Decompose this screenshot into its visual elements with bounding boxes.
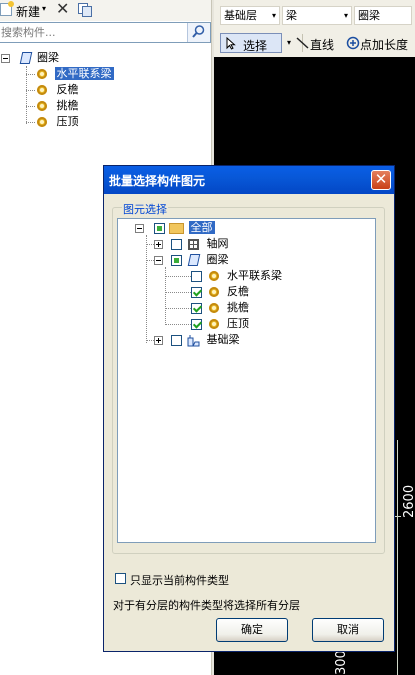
left-toolbar: 新建 ▾ ✕ (0, 0, 213, 21)
checkbox-axis-grid[interactable] (170, 238, 182, 250)
cancel-button[interactable]: 取消 (312, 618, 384, 642)
point-add-length-icon[interactable] (346, 36, 360, 50)
close-button[interactable]: ✕ (371, 170, 391, 190)
tree-item-overhang-eave[interactable]: 挑檐 (191, 300, 249, 316)
component-gear-icon (37, 117, 47, 127)
ok-button[interactable]: 确定 (216, 618, 288, 642)
tree-item-overhang-eave[interactable]: 挑檐 (37, 98, 79, 114)
floor-select[interactable]: 基础层 ▾ (220, 6, 280, 25)
expand-icon[interactable] (154, 335, 163, 345)
dialog-title: 批量选择构件图元 (109, 174, 206, 188)
tree-item-label: 圈梁 (37, 51, 59, 64)
component-gear-icon (37, 101, 47, 111)
batch-select-dialog: 批量选择构件图元 ✕ 图元选择 全部 轴网 圈梁 水平联系梁 反檐 挑檐 压顶 … (103, 165, 395, 652)
tree-item-label: 挑檐 (56, 99, 79, 112)
select-button[interactable]: 选择 (220, 33, 282, 53)
component-gear-icon (208, 319, 219, 329)
axis-grid-icon (188, 238, 199, 250)
tree-item-foundation-beam[interactable]: 基础梁 (154, 332, 240, 348)
tree-item-axis-grid[interactable]: 轴网 (154, 236, 229, 252)
pointer-cursor-icon (226, 37, 236, 50)
tree-item-reverse-eave[interactable]: 反檐 (37, 82, 79, 98)
checkbox-reverse-eave[interactable] (191, 286, 202, 298)
checkbox-overhang-eave[interactable] (191, 302, 202, 314)
component-gear-icon (37, 85, 47, 95)
tree-item-horizontal-tie-beam[interactable]: 水平联系梁 (191, 268, 282, 284)
only-current-type-checkbox[interactable] (115, 573, 126, 584)
tree-item-coping[interactable]: 压顶 (37, 114, 79, 130)
tree-item-horizontal-tie-beam[interactable]: 水平联系梁 (37, 66, 114, 82)
dropdown-arrow-icon: ▾ (271, 11, 276, 20)
select-label: 选择 (243, 39, 268, 53)
tree-item-label: 水平联系梁 (54, 67, 114, 80)
copy-icon[interactable] (78, 3, 92, 17)
point-add-length-button[interactable]: 点加长度 (360, 36, 408, 53)
search-button[interactable] (187, 23, 210, 42)
checkbox-foundation-beam[interactable] (170, 334, 182, 346)
tree-item-label: 反檐 (227, 285, 249, 298)
group-label: 图元选择 (122, 201, 168, 217)
dimension-label: 2600 (402, 484, 415, 518)
tree-item-ring-beam-group[interactable]: 圈梁 (154, 252, 229, 268)
checkbox-ring-beam[interactable] (170, 254, 182, 266)
tree-item-label: 挑檐 (227, 301, 249, 314)
component-gear-icon (208, 303, 219, 313)
type-select[interactable]: 梁 ▾ (282, 6, 352, 25)
ring-beam-icon (187, 254, 201, 266)
tree-item-label: 基础梁 (206, 333, 240, 346)
collapse-icon[interactable] (154, 255, 163, 265)
tree-item-label: 压顶 (227, 317, 249, 330)
member-select[interactable]: 圈梁 (354, 6, 412, 25)
dimension-line (397, 440, 398, 675)
new-button[interactable]: 新建 (16, 3, 40, 20)
checkbox-coping[interactable] (191, 318, 202, 330)
component-gear-icon (208, 287, 219, 297)
floor-select-value: 基础层 (224, 9, 257, 22)
tree-item-label: 轴网 (206, 237, 229, 250)
dropdown-arrow-icon: ▾ (343, 11, 348, 20)
collapse-icon[interactable] (135, 223, 144, 233)
component-gear-icon (37, 69, 47, 79)
new-file-icon[interactable] (0, 1, 14, 16)
tree-item-label: 全部 (188, 221, 215, 234)
tree-item-label: 圈梁 (206, 253, 229, 266)
checkbox-horizontal-tie-beam[interactable] (191, 270, 202, 282)
info-text: 对于有分层的构件类型将选择所有分层 (113, 599, 300, 612)
tree-item-label: 反檐 (56, 83, 79, 96)
checkbox-all[interactable] (153, 222, 165, 234)
component-gear-icon (208, 271, 219, 281)
search-box (0, 22, 211, 43)
new-dropdown-arrow-icon[interactable]: ▾ (42, 4, 46, 13)
member-select-value: 圈梁 (358, 9, 380, 22)
dialog-titlebar[interactable]: 批量选择构件图元 ✕ (104, 166, 394, 194)
only-current-type-label[interactable]: 只显示当前构件类型 (130, 572, 229, 588)
foundation-beam-icon (187, 334, 200, 346)
right-toolbar: 基础层 ▾ 梁 ▾ 圈梁 选择 ▾ 直线 点加长度 (214, 0, 415, 57)
delete-icon[interactable]: ✕ (56, 0, 69, 18)
ring-beam-icon (19, 52, 32, 64)
element-tree[interactable]: 全部 轴网 圈梁 水平联系梁 反檐 挑檐 压顶 基础梁 (117, 218, 376, 543)
tree-item-ring-beam[interactable]: 圈梁 (1, 50, 59, 66)
tree-item-coping[interactable]: 压顶 (191, 316, 249, 332)
tree-item-label: 压顶 (56, 115, 79, 128)
tree-item-all[interactable]: 全部 (135, 220, 215, 236)
search-input[interactable] (1, 24, 186, 41)
dimension-label: 300 (334, 650, 349, 675)
open-folder-icon (169, 222, 184, 234)
type-select-value: 梁 (286, 9, 297, 22)
expand-icon[interactable] (154, 239, 163, 249)
collapse-icon[interactable] (1, 53, 10, 63)
tree-item-label: 水平联系梁 (227, 269, 282, 282)
search-icon (192, 25, 205, 38)
line-button[interactable]: 直线 (310, 36, 334, 53)
line-icon[interactable] (296, 36, 310, 50)
tree-item-reverse-eave[interactable]: 反檐 (191, 284, 249, 300)
select-dropdown-arrow-icon[interactable]: ▾ (287, 38, 291, 47)
